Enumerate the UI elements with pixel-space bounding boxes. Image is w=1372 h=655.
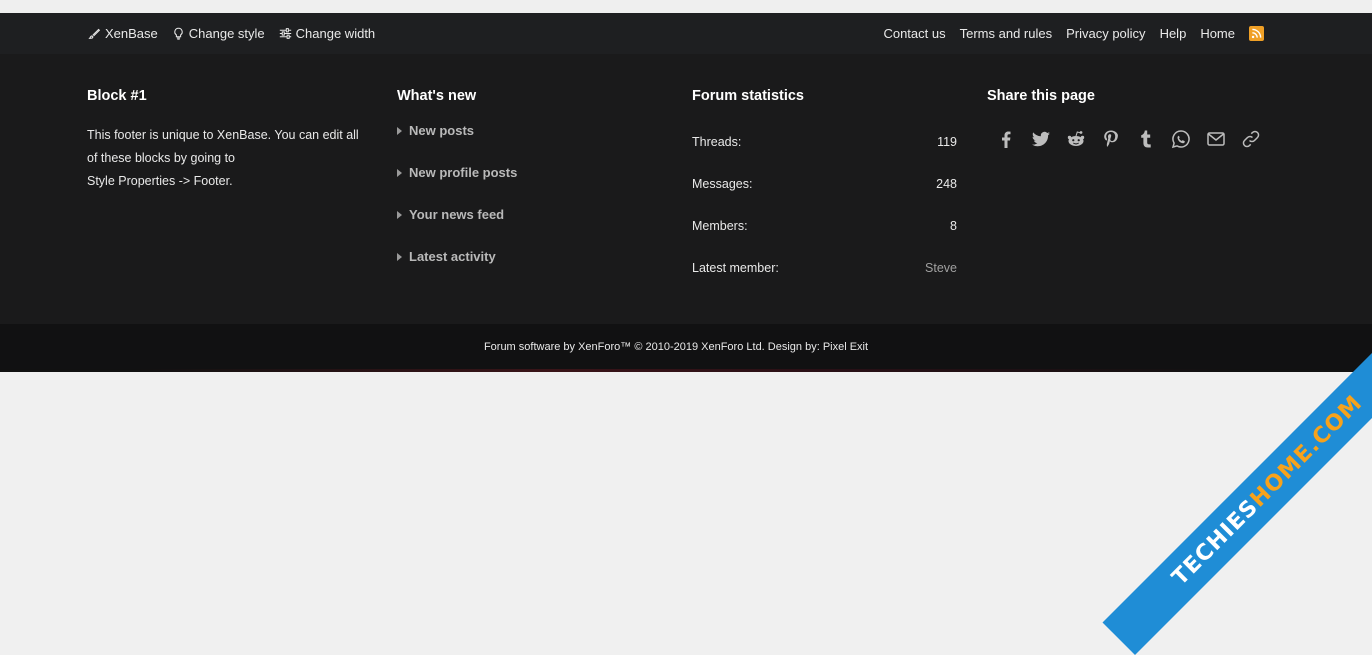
twitter-icon[interactable] [1030,128,1052,150]
contact-us-link[interactable]: Contact us [883,26,945,41]
techieshome-watermark: TECHIES HOME.COM [1102,325,1372,655]
stat-row-latest-member: Latest member: Steve [692,261,957,275]
footer-nav-right: Contact us Terms and rules Privacy polic… [883,13,1264,54]
stat-value: 119 [937,135,957,149]
latest-member-link[interactable]: Steve [925,261,957,275]
copyright-text: Forum software by XenForo™ © 2010-2019 X… [483,341,869,353]
share-title: Share this page [987,88,1095,104]
block-1-title: Block #1 [87,88,147,104]
email-icon[interactable] [1205,128,1227,150]
block-1-line-1: This footer is unique to XenBase. You ca… [87,128,359,142]
forum-statistics-title: Forum statistics [692,88,804,104]
whats-new-item-new-profile-posts[interactable]: New profile posts [397,165,517,180]
facebook-icon[interactable] [995,128,1017,150]
caret-right-icon [397,252,402,261]
change-style-label: Change style [188,26,265,41]
watermark-part-2: HOME.COM [1245,390,1368,512]
reddit-icon[interactable] [1065,128,1087,150]
rss-icon[interactable] [1249,26,1264,41]
caret-right-icon [397,126,402,135]
share-icons [995,128,1262,150]
tumblr-icon[interactable] [1135,128,1157,150]
home-link[interactable]: Home [1200,26,1235,41]
caret-right-icon [397,168,402,177]
stat-label: Threads: [692,135,742,149]
stat-row-threads: Threads: 119 [692,135,957,149]
stat-value: 8 [950,219,957,233]
change-width-label: Change width [295,26,376,41]
link-icon[interactable] [1240,128,1262,150]
block-1-line-2: of these blocks by going to [87,151,236,165]
style-link-label: XenBase [105,26,158,41]
block-1-line-3: Style Properties -> Footer. [87,174,233,188]
privacy-policy-link[interactable]: Privacy policy [1066,26,1145,41]
watermark-part-1: TECHIES [1167,494,1264,591]
footer-nav-left: XenBase Change style Change width [88,13,375,54]
whats-new-item-label: Your news feed [409,207,505,222]
copyright-bar: Forum software by XenForo™ © 2010-2019 X… [0,324,1372,372]
whats-new-item-new-posts[interactable]: New posts [397,123,474,138]
change-width-link[interactable]: Change width [279,26,376,41]
whatsapp-icon[interactable] [1170,128,1192,150]
page-top-strip [0,0,1372,13]
stat-label: Messages: [692,177,753,191]
whats-new-item-news-feed[interactable]: Your news feed [397,207,504,222]
terms-link[interactable]: Terms and rules [960,26,1052,41]
stat-row-members: Members: 8 [692,219,957,233]
whats-new-item-label: Latest activity [409,249,496,264]
stat-label: Latest member: [692,261,779,275]
change-style-link[interactable]: Change style [172,26,265,41]
block-1-text: This footer is unique to XenBase. You ca… [87,124,377,193]
whats-new-item-latest-activity[interactable]: Latest activity [397,249,496,264]
footer-nav-bar: XenBase Change style Change width Contac… [0,13,1372,54]
caret-right-icon [397,210,402,219]
lightbulb-icon [174,27,183,40]
pinterest-icon[interactable] [1100,128,1122,150]
sliders-icon [279,28,291,39]
brush-icon [88,28,101,39]
whats-new-title: What's new [397,88,477,104]
whats-new-item-label: New posts [409,123,475,138]
stat-label: Members: [692,219,748,233]
help-link[interactable]: Help [1160,26,1187,41]
style-link-xenbase[interactable]: XenBase [88,26,158,41]
whats-new-item-label: New profile posts [409,165,518,180]
stat-value: 248 [936,177,957,191]
stat-row-messages: Messages: 248 [692,177,957,191]
footer-main: Block #1 This footer is unique to XenBas… [0,54,1372,324]
